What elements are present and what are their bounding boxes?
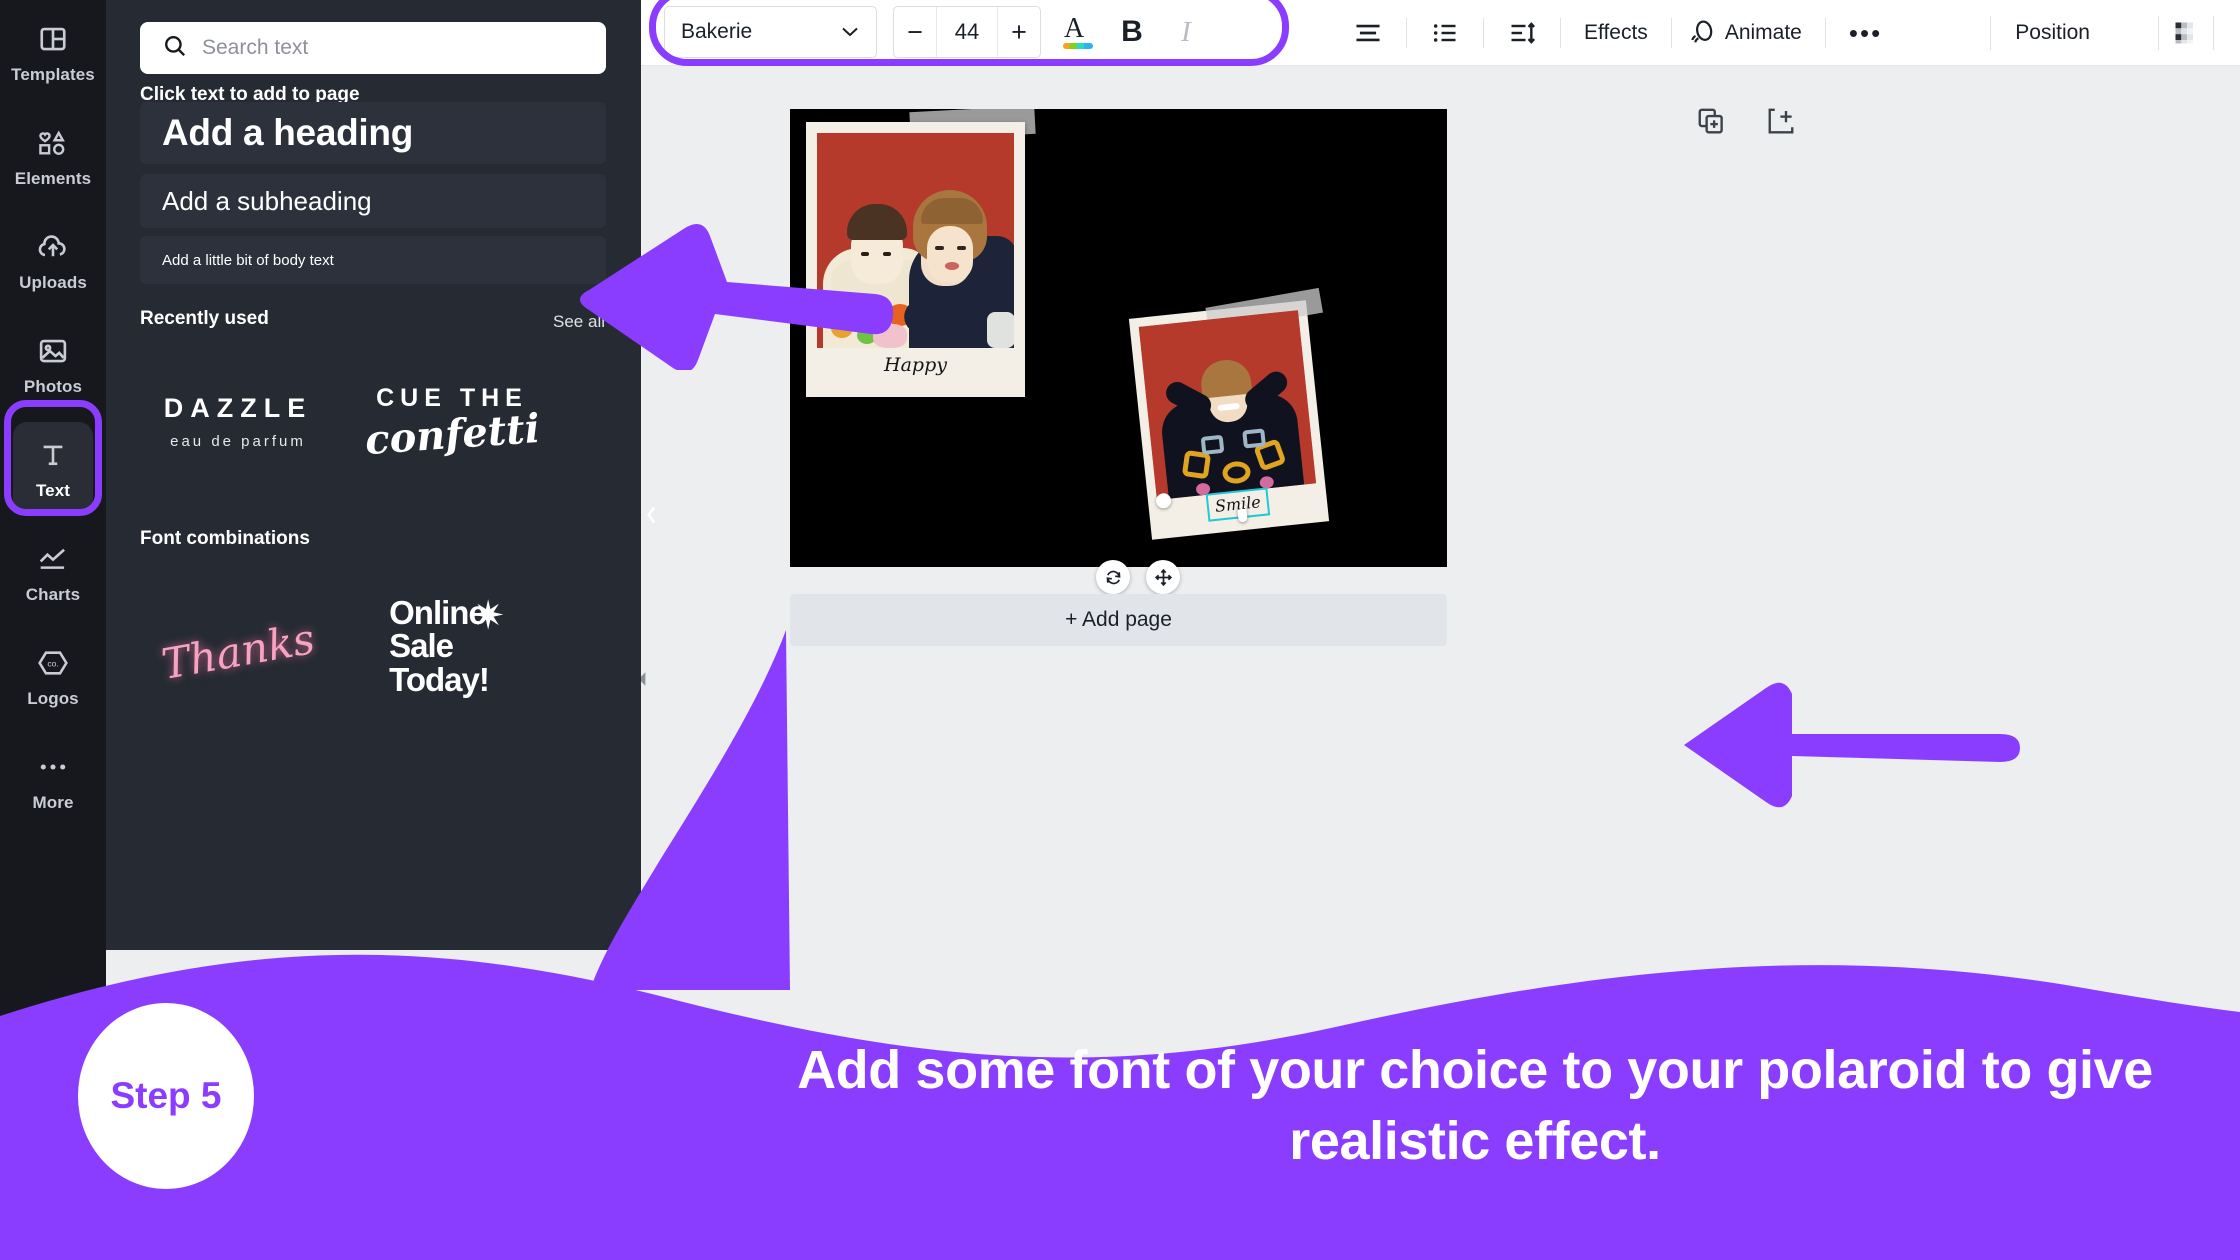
sidebar-item-charts[interactable]: Charts: [0, 520, 106, 624]
text-icon: [33, 435, 73, 475]
polaroid-happy[interactable]: Happy: [806, 122, 1025, 397]
sidebar-label: Logos: [27, 689, 79, 708]
font-size-group: − 44 +: [893, 6, 1041, 58]
italic-button[interactable]: I: [1159, 6, 1213, 58]
recently-used-title: Recently used: [140, 308, 269, 329]
decrease-font-size-button[interactable]: −: [894, 7, 936, 57]
design-canvas[interactable]: Happy Smile: [790, 109, 1447, 567]
sidebar-label: Elements: [14, 169, 92, 188]
add-page-icon[interactable]: [1766, 106, 1796, 141]
position-button[interactable]: Position: [1991, 21, 2114, 45]
sidebar-label: Text: [35, 481, 71, 500]
text-color-button[interactable]: A: [1051, 6, 1105, 58]
line-spacing-button[interactable]: [1495, 7, 1549, 59]
sidebar-label: Photos: [23, 377, 83, 396]
font-preview-confetti[interactable]: CUE THE confetti: [350, 352, 554, 490]
toolbar-right-group: Effects Animate •••: [1341, 0, 1894, 66]
uploads-icon: [33, 227, 73, 267]
bold-icon: B: [1121, 15, 1143, 48]
more-icon: [33, 747, 73, 787]
sidebar-label: Templates: [11, 65, 95, 84]
sidebar-label: Uploads: [19, 273, 87, 292]
font-combinations-title: Font combinations: [140, 528, 310, 549]
polaroid-smile[interactable]: Smile: [1128, 287, 1330, 540]
elements-icon: [33, 123, 73, 163]
rotate-button[interactable]: [1096, 560, 1130, 594]
text-panel: Search text Click text to add to page Ad…: [106, 0, 641, 950]
step-label: Step 5: [110, 1075, 222, 1116]
charts-icon: [33, 539, 73, 579]
see-all-link[interactable]: See all: [553, 312, 605, 332]
move-button[interactable]: [1146, 560, 1180, 594]
text-color-letter: A: [1064, 13, 1085, 44]
sidebar-label: Charts: [25, 585, 81, 604]
add-body-text-card[interactable]: Add a little bit of body text: [140, 236, 606, 284]
canvas-area: Happy Smile + Add page: [638, 66, 2240, 1260]
starburst-icon: ✷: [471, 593, 505, 638]
bold-button[interactable]: B: [1105, 6, 1159, 58]
text-format-group: Bakerie − 44 + A B I: [664, 6, 1213, 58]
effects-button[interactable]: Effects: [1572, 21, 1660, 45]
photos-icon: [33, 331, 73, 371]
increase-font-size-button[interactable]: +: [998, 7, 1040, 57]
sidebar-item-templates[interactable]: Templates: [0, 0, 106, 104]
add-page-button[interactable]: + Add page: [790, 594, 1447, 646]
sidebar-item-logos[interactable]: co. Logos: [0, 624, 106, 728]
transparency-group: [2158, 0, 2214, 66]
sidebar-item-photos[interactable]: Photos: [0, 312, 106, 416]
add-heading-card[interactable]: Add a heading: [140, 102, 606, 164]
page-action-icons: [1696, 106, 1796, 141]
add-subheading-card[interactable]: Add a subheading: [140, 174, 606, 228]
position-group: Position: [1990, 0, 2114, 66]
animate-button[interactable]: Animate: [1723, 21, 1814, 45]
sidebar-item-more[interactable]: More: [0, 728, 106, 832]
font-preview-sub: eau de parfum: [170, 432, 306, 450]
font-preview-main: DAZZLE: [163, 392, 313, 423]
duplicate-page-icon[interactable]: [1696, 106, 1726, 141]
font-combination-main: Thanks: [157, 613, 319, 689]
add-subheading-label: Add a subheading: [162, 185, 372, 216]
sidebar-item-uploads[interactable]: Uploads: [0, 208, 106, 312]
sidebar-item-text[interactable]: Text: [0, 416, 106, 520]
more-options-button[interactable]: •••: [1837, 20, 1894, 46]
font-family-value: Bakerie: [681, 20, 753, 43]
bullet-list-button[interactable]: [1418, 7, 1472, 59]
svg-text:co.: co.: [47, 659, 58, 669]
photo-couple: [817, 133, 1014, 348]
transparency-button[interactable]: [2159, 7, 2213, 59]
font-size-input[interactable]: 44: [936, 7, 998, 57]
font-combination-thanks[interactable]: Thanks: [140, 580, 336, 722]
text-color-icon: A: [1063, 13, 1093, 49]
chevron-down-icon: [840, 20, 860, 44]
font-combination-online-sale[interactable]: ✷ Online Sale Today!: [350, 570, 554, 722]
top-toolbar: Bakerie − 44 + A B I Effects Animate •••…: [641, 0, 2240, 66]
search-icon: [162, 33, 188, 64]
italic-icon: I: [1181, 15, 1191, 48]
logos-icon: co.: [33, 643, 73, 683]
text-align-button[interactable]: [1341, 7, 1395, 59]
left-rail: Templates Elements Uploads Photos Text C…: [0, 0, 106, 1260]
collapse-panel-button[interactable]: [641, 498, 663, 532]
search-placeholder: Search text: [202, 36, 309, 59]
font-preview-dazzle[interactable]: DAZZLE eau de parfum: [140, 360, 336, 482]
polaroid-caption: Happy: [884, 354, 947, 376]
sidebar-label: More: [32, 793, 74, 812]
add-heading-label: Add a heading: [162, 112, 413, 153]
page-transform-controls: [1096, 560, 1180, 594]
sidebar-item-elements[interactable]: Elements: [0, 104, 106, 208]
add-page-label: + Add page: [1065, 608, 1172, 631]
more-dots-icon: •••: [1848, 18, 1883, 48]
add-body-text-label: Add a little bit of body text: [162, 251, 334, 269]
animate-icon: [1683, 7, 1723, 59]
templates-icon: [33, 19, 73, 59]
font-preview-sub: confetti: [363, 404, 541, 465]
search-input[interactable]: Search text: [140, 22, 606, 74]
font-family-select[interactable]: Bakerie: [664, 6, 877, 58]
photo-girl: [1138, 310, 1317, 500]
